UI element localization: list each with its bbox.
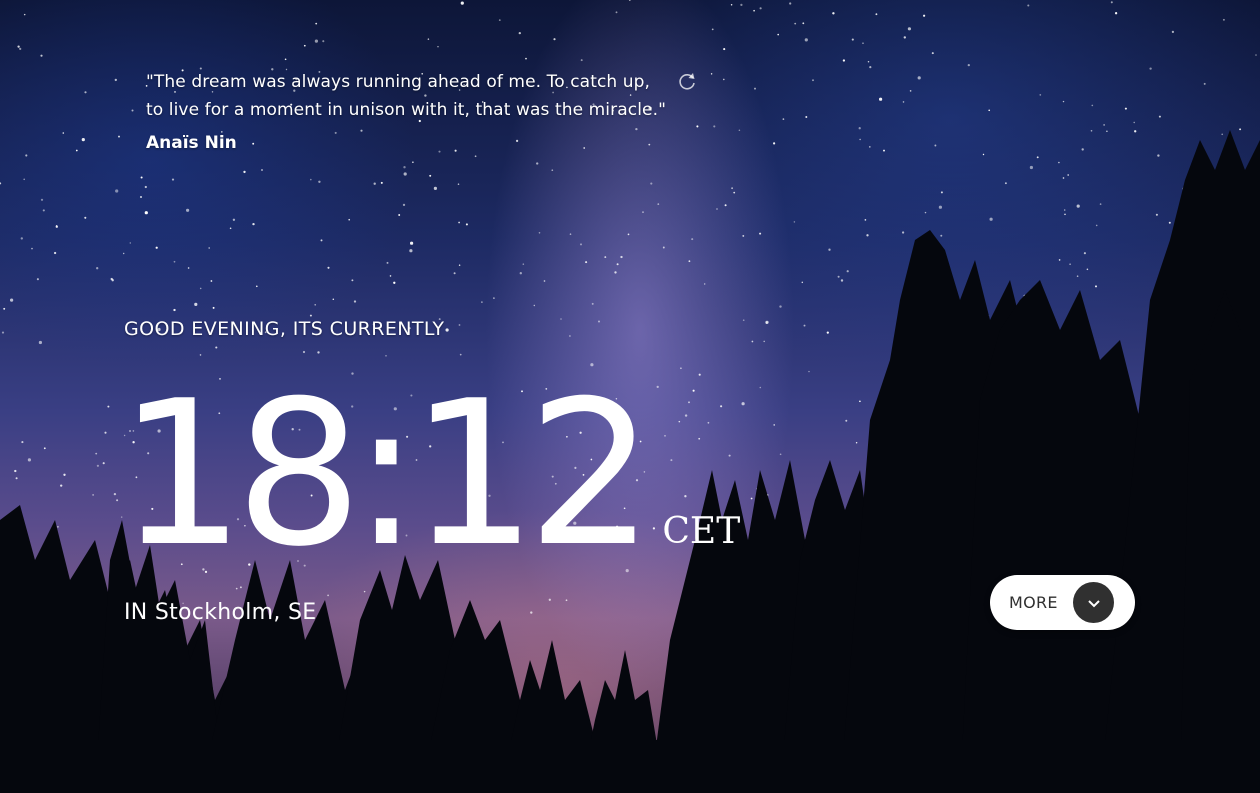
location: IN Stockholm, SE (124, 600, 316, 625)
more-button-label: MORE (1009, 593, 1058, 612)
quote-text: "The dream was always running ahead of m… (146, 72, 666, 120)
clock-time: 18:12 (118, 358, 654, 591)
clock: 18:12 CET (118, 370, 740, 580)
more-button-toggle[interactable] (1073, 582, 1114, 623)
quote-block: "The dream was always running ahead of m… (146, 68, 706, 153)
chevron-down-icon (1087, 599, 1100, 607)
quote-author: Anaïs Nin (146, 133, 237, 153)
refresh-quote-button[interactable] (676, 70, 698, 92)
greeting-text: GOOD EVENING, ITS CURRENTLY (124, 318, 445, 340)
location-place: Stockholm, SE (154, 600, 317, 625)
location-prefix: IN (124, 600, 148, 625)
more-button[interactable]: MORE (990, 575, 1135, 630)
refresh-icon (679, 73, 695, 90)
clock-timezone: CET (662, 511, 741, 552)
